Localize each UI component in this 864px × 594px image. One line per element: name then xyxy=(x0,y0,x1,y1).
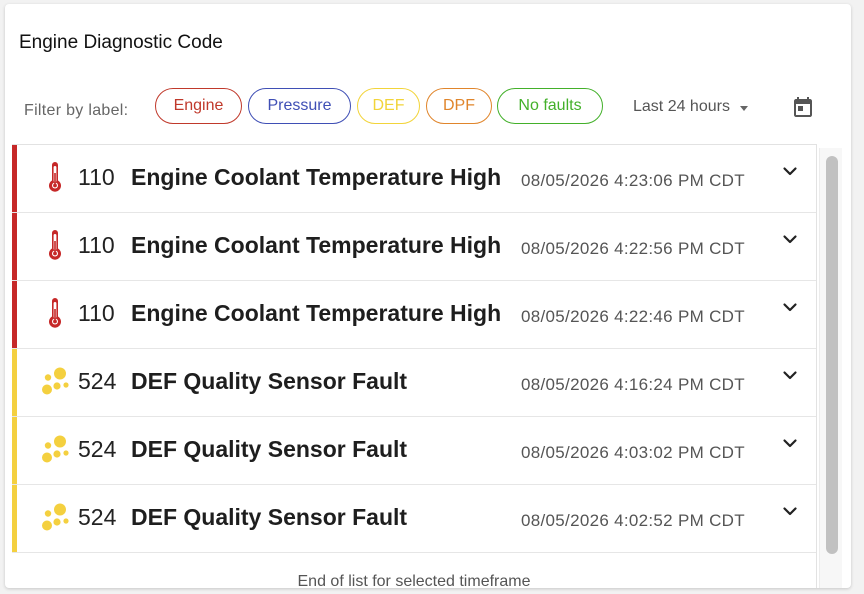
chevron-down-icon[interactable] xyxy=(781,162,799,180)
filter-chip-no-faults[interactable]: No faults xyxy=(497,88,603,124)
severity-bar xyxy=(12,417,17,484)
thermometer-icon xyxy=(49,230,61,260)
code-description: Engine Coolant Temperature High xyxy=(131,232,502,258)
code-timestamp: 08/05/2026 4:16:24 PM CDT xyxy=(521,375,745,394)
code-timestamp: 08/05/2026 4:02:52 PM CDT xyxy=(521,511,745,530)
filter-chip-pressure[interactable]: Pressure xyxy=(248,88,351,124)
code-number: 110 xyxy=(78,300,115,326)
chevron-down-icon[interactable] xyxy=(781,298,799,316)
code-description: DEF Quality Sensor Fault xyxy=(131,504,408,530)
severity-bar xyxy=(12,485,17,552)
code-row[interactable]: 110 Engine Coolant Temperature High 08/0… xyxy=(12,281,816,349)
chevron-down-icon[interactable] xyxy=(781,434,799,452)
chevron-down-icon[interactable] xyxy=(781,230,799,248)
thermometer-icon xyxy=(49,162,61,192)
bubbles-icon xyxy=(42,503,69,531)
severity-bar xyxy=(12,145,17,212)
bubbles-icon xyxy=(42,367,69,395)
chevron-down-icon[interactable] xyxy=(781,366,799,384)
filter-chip-dpf[interactable]: DPF xyxy=(426,88,492,124)
scrollbar-track[interactable] xyxy=(819,148,842,588)
code-row[interactable]: 110 Engine Coolant Temperature High 08/0… xyxy=(12,145,816,213)
chevron-down-icon[interactable] xyxy=(781,502,799,520)
diagnostic-code-list: 110 Engine Coolant Temperature High 08/0… xyxy=(12,144,817,588)
code-row[interactable]: 524 DEF Quality Sensor Fault 08/05/2026 … xyxy=(12,417,816,485)
code-timestamp: 08/05/2026 4:23:06 PM CDT xyxy=(521,171,745,190)
caret-down-icon xyxy=(739,105,748,111)
code-description: Engine Coolant Temperature High xyxy=(131,300,502,326)
code-row[interactable]: 110 Engine Coolant Temperature High 08/0… xyxy=(12,213,816,281)
list-end-text: End of list for selected timeframe xyxy=(297,573,531,588)
code-row[interactable]: 524 DEF Quality Sensor Fault 08/05/2026 … xyxy=(12,349,816,417)
code-timestamp: 08/05/2026 4:22:56 PM CDT xyxy=(521,239,745,258)
thermometer-icon xyxy=(49,298,61,328)
code-number: 524 xyxy=(78,436,117,462)
diagnostic-card: Engine Diagnostic Code Filter by label: … xyxy=(5,4,851,588)
code-number: 524 xyxy=(78,368,117,394)
code-description: DEF Quality Sensor Fault xyxy=(131,368,408,394)
code-description: DEF Quality Sensor Fault xyxy=(131,436,408,462)
code-timestamp: 08/05/2026 4:03:02 PM CDT xyxy=(521,443,745,462)
severity-bar xyxy=(12,349,17,416)
code-number: 110 xyxy=(78,232,115,258)
scrollbar-thumb[interactable] xyxy=(826,156,838,554)
code-number: 110 xyxy=(78,164,115,190)
calendar-icon[interactable] xyxy=(791,95,815,119)
code-number: 524 xyxy=(78,504,117,530)
severity-bar xyxy=(12,281,17,348)
timeframe-value: Last 24 hours xyxy=(633,98,730,115)
bubbles-icon xyxy=(42,435,69,463)
filter-label: Filter by label: xyxy=(24,102,129,119)
timeframe-select[interactable]: Last 24 hours xyxy=(633,98,748,116)
code-row[interactable]: 524 DEF Quality Sensor Fault 08/05/2026 … xyxy=(12,485,816,553)
code-timestamp: 08/05/2026 4:22:46 PM CDT xyxy=(521,307,745,326)
severity-bar xyxy=(12,213,17,280)
card-title: Engine Diagnostic Code xyxy=(19,32,223,53)
code-description: Engine Coolant Temperature High xyxy=(131,164,502,190)
filter-chip-def[interactable]: DEF xyxy=(357,88,420,124)
filter-chip-engine[interactable]: Engine xyxy=(155,88,242,124)
